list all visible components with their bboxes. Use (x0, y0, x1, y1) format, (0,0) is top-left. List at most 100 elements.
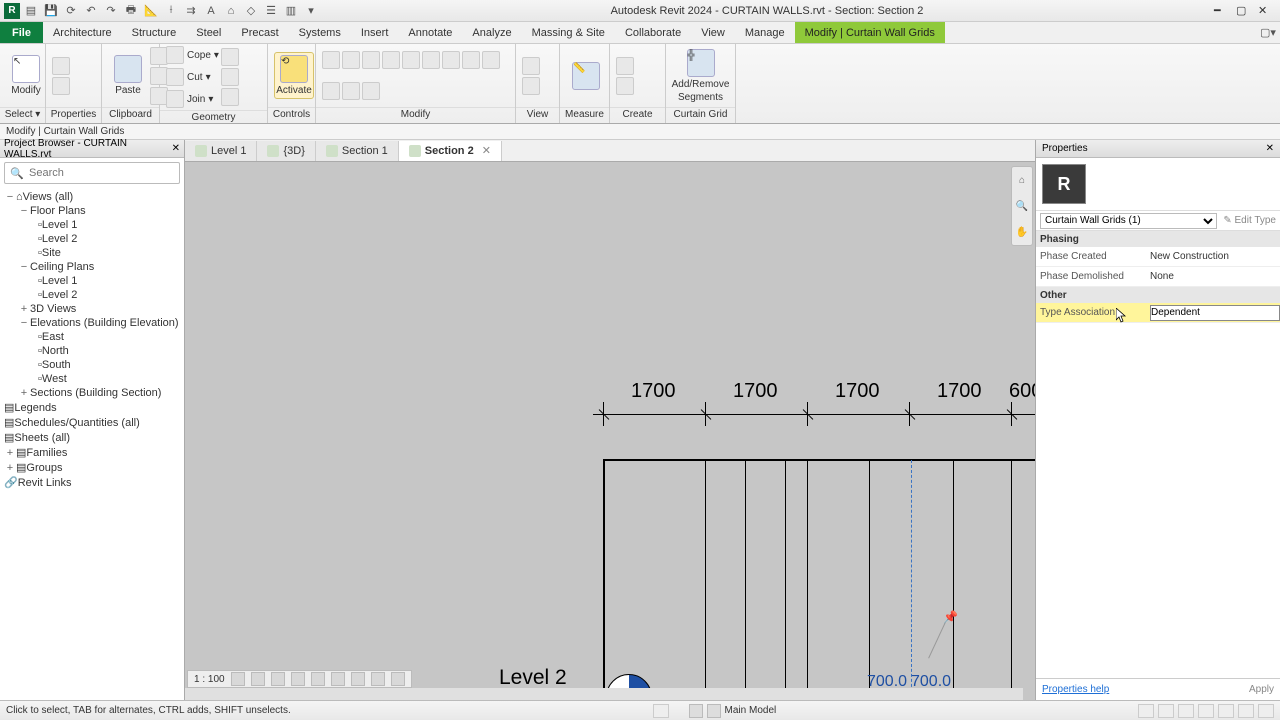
select-underlay-icon[interactable] (1178, 704, 1194, 718)
save-icon[interactable]: 💾 (42, 2, 60, 20)
systems-tab[interactable]: Systems (289, 22, 351, 43)
select-pinned-icon[interactable] (1198, 704, 1214, 718)
create-icon2[interactable] (616, 77, 634, 95)
sync-icon[interactable]: ⟳ (62, 2, 80, 20)
geom3-icon[interactable] (221, 88, 239, 106)
switch-windows-icon[interactable]: ▥ (282, 2, 300, 20)
search-input[interactable] (4, 162, 180, 184)
pin-control-icon[interactable]: 📌 (943, 610, 957, 624)
scale-icon[interactable] (462, 51, 480, 69)
delete-icon[interactable] (362, 82, 380, 100)
crop-view-icon[interactable] (331, 672, 345, 686)
tab-section-1[interactable]: Section 1 (316, 141, 399, 161)
dropdown-icon[interactable]: ▾ (302, 2, 320, 20)
open-icon[interactable]: ▤ (22, 2, 40, 20)
undo-icon[interactable]: ↶ (82, 2, 100, 20)
help-icon[interactable]: ▢▾ (1256, 22, 1280, 43)
cut-geom-button[interactable]: Cut ▾ (166, 68, 211, 86)
edit-type-button[interactable]: ✎ Edit Type (1217, 215, 1276, 226)
print-icon[interactable]: 🖶 (122, 2, 140, 20)
selected-curtain-grid[interactable] (911, 460, 912, 700)
split-icon[interactable] (422, 51, 440, 69)
close-hidden-icon[interactable]: ☰ (262, 2, 280, 20)
rotate-icon[interactable] (362, 51, 380, 69)
zoom-icon[interactable]: 🔍 (1016, 201, 1028, 212)
close-icon[interactable]: ✕ (1266, 143, 1274, 154)
close-icon[interactable]: ✕ (172, 143, 180, 154)
hide-isolate-icon[interactable] (371, 672, 385, 686)
prop-type-association[interactable]: Type Association (1036, 303, 1280, 323)
insert-tab[interactable]: Insert (351, 22, 399, 43)
pan-icon[interactable]: ✋ (1016, 227, 1028, 238)
manage-tab[interactable]: Manage (735, 22, 795, 43)
structure-tab[interactable]: Structure (122, 22, 187, 43)
inst-prop-icon[interactable] (52, 77, 70, 95)
view-tab[interactable]: View (691, 22, 735, 43)
array-icon[interactable] (442, 51, 460, 69)
visual-style-icon[interactable] (251, 672, 265, 686)
thin-lines-icon[interactable]: ◇ (242, 2, 260, 20)
geom1-icon[interactable] (221, 48, 239, 66)
geom2-icon[interactable] (221, 68, 239, 86)
filter-icon[interactable] (1258, 704, 1274, 718)
create-icon1[interactable] (616, 57, 634, 75)
pin-icon[interactable] (482, 51, 500, 69)
mirror-icon[interactable] (382, 51, 400, 69)
home-nav-icon[interactable]: ⌂ (1019, 175, 1025, 186)
home-icon[interactable]: ⌂ (222, 2, 240, 20)
file-tab[interactable]: File (0, 22, 43, 43)
annotate-tab[interactable]: Annotate (398, 22, 462, 43)
scrollbar-horizontal[interactable] (185, 688, 1023, 700)
text-icon[interactable]: A (202, 2, 220, 20)
shadows-icon[interactable] (291, 672, 305, 686)
dim-value[interactable]: 1700 (631, 380, 676, 403)
cope-button[interactable]: Cope ▾ (166, 46, 219, 64)
drawing-canvas[interactable]: 1700 1700 1700 1700 600 (185, 162, 1035, 700)
move-icon[interactable] (322, 51, 340, 69)
tab-section-2[interactable]: Section 2✕ (399, 141, 502, 161)
copy-icon[interactable] (342, 51, 360, 69)
add-remove-segments-button[interactable]: ╬Add/RemoveSegments (672, 49, 729, 103)
analyze-tab[interactable]: Analyze (462, 22, 521, 43)
offset-icon[interactable] (322, 82, 340, 100)
measure-icon[interactable]: 📐 (142, 2, 160, 20)
curtain-wall-elevation[interactable] (603, 459, 1035, 700)
paste-button[interactable]: Paste (108, 55, 148, 96)
project-browser-header[interactable]: Project Browser - CURTAIN WALLS.rvt ✕ (0, 140, 184, 158)
detail-level-icon[interactable] (231, 672, 245, 686)
dim-value[interactable]: 1700 (733, 380, 778, 403)
type-association-input[interactable] (1150, 305, 1280, 321)
collaborate-tab[interactable]: Collaborate (615, 22, 691, 43)
trim-icon[interactable] (402, 51, 420, 69)
group-phasing[interactable]: Phasing (1036, 231, 1280, 247)
properties-help-link[interactable]: Properties help (1042, 684, 1109, 695)
view-icon1[interactable] (522, 57, 540, 75)
project-tree[interactable]: −⌂ Views (all) −Floor Plans ▫ Level 1 ▫ … (0, 188, 184, 700)
minimize-button[interactable]: ━ (1214, 4, 1228, 18)
view-scale[interactable]: 1 : 100 (194, 674, 225, 685)
sun-path-icon[interactable] (271, 672, 285, 686)
navigation-bar[interactable]: ⌂ 🔍 ✋ (1011, 166, 1033, 246)
steel-tab[interactable]: Steel (186, 22, 231, 43)
dim-value[interactable]: 600 (1009, 380, 1035, 403)
reveal-hidden-icon[interactable] (391, 672, 405, 686)
tab-level-1[interactable]: Level 1 (185, 141, 257, 161)
view-icon2[interactable] (522, 77, 540, 95)
tab-close-icon[interactable]: ✕ (478, 144, 491, 157)
properties-header[interactable]: Properties ✕ (1036, 140, 1280, 158)
status-icon[interactable] (653, 704, 669, 718)
dim-value[interactable]: 1700 (835, 380, 880, 403)
select-face-icon[interactable] (1218, 704, 1234, 718)
align-icon[interactable]: ⇉ (182, 2, 200, 20)
modify-contextual-tab[interactable]: Modify | Curtain Wall Grids (795, 22, 945, 43)
align-tool-icon[interactable] (342, 82, 360, 100)
modify-button[interactable]: ↖Modify (6, 55, 46, 96)
type-selector[interactable]: Curtain Wall Grids (1) (1040, 213, 1217, 229)
rendering-icon[interactable] (311, 672, 325, 686)
tab-3d[interactable]: {3D} (257, 141, 315, 161)
apply-button[interactable]: Apply (1249, 684, 1274, 695)
redo-icon[interactable]: ↷ (102, 2, 120, 20)
dim-value[interactable]: 1700 (937, 380, 982, 403)
group-other[interactable]: Other (1036, 287, 1280, 303)
close-button[interactable]: ✕ (1258, 4, 1272, 18)
